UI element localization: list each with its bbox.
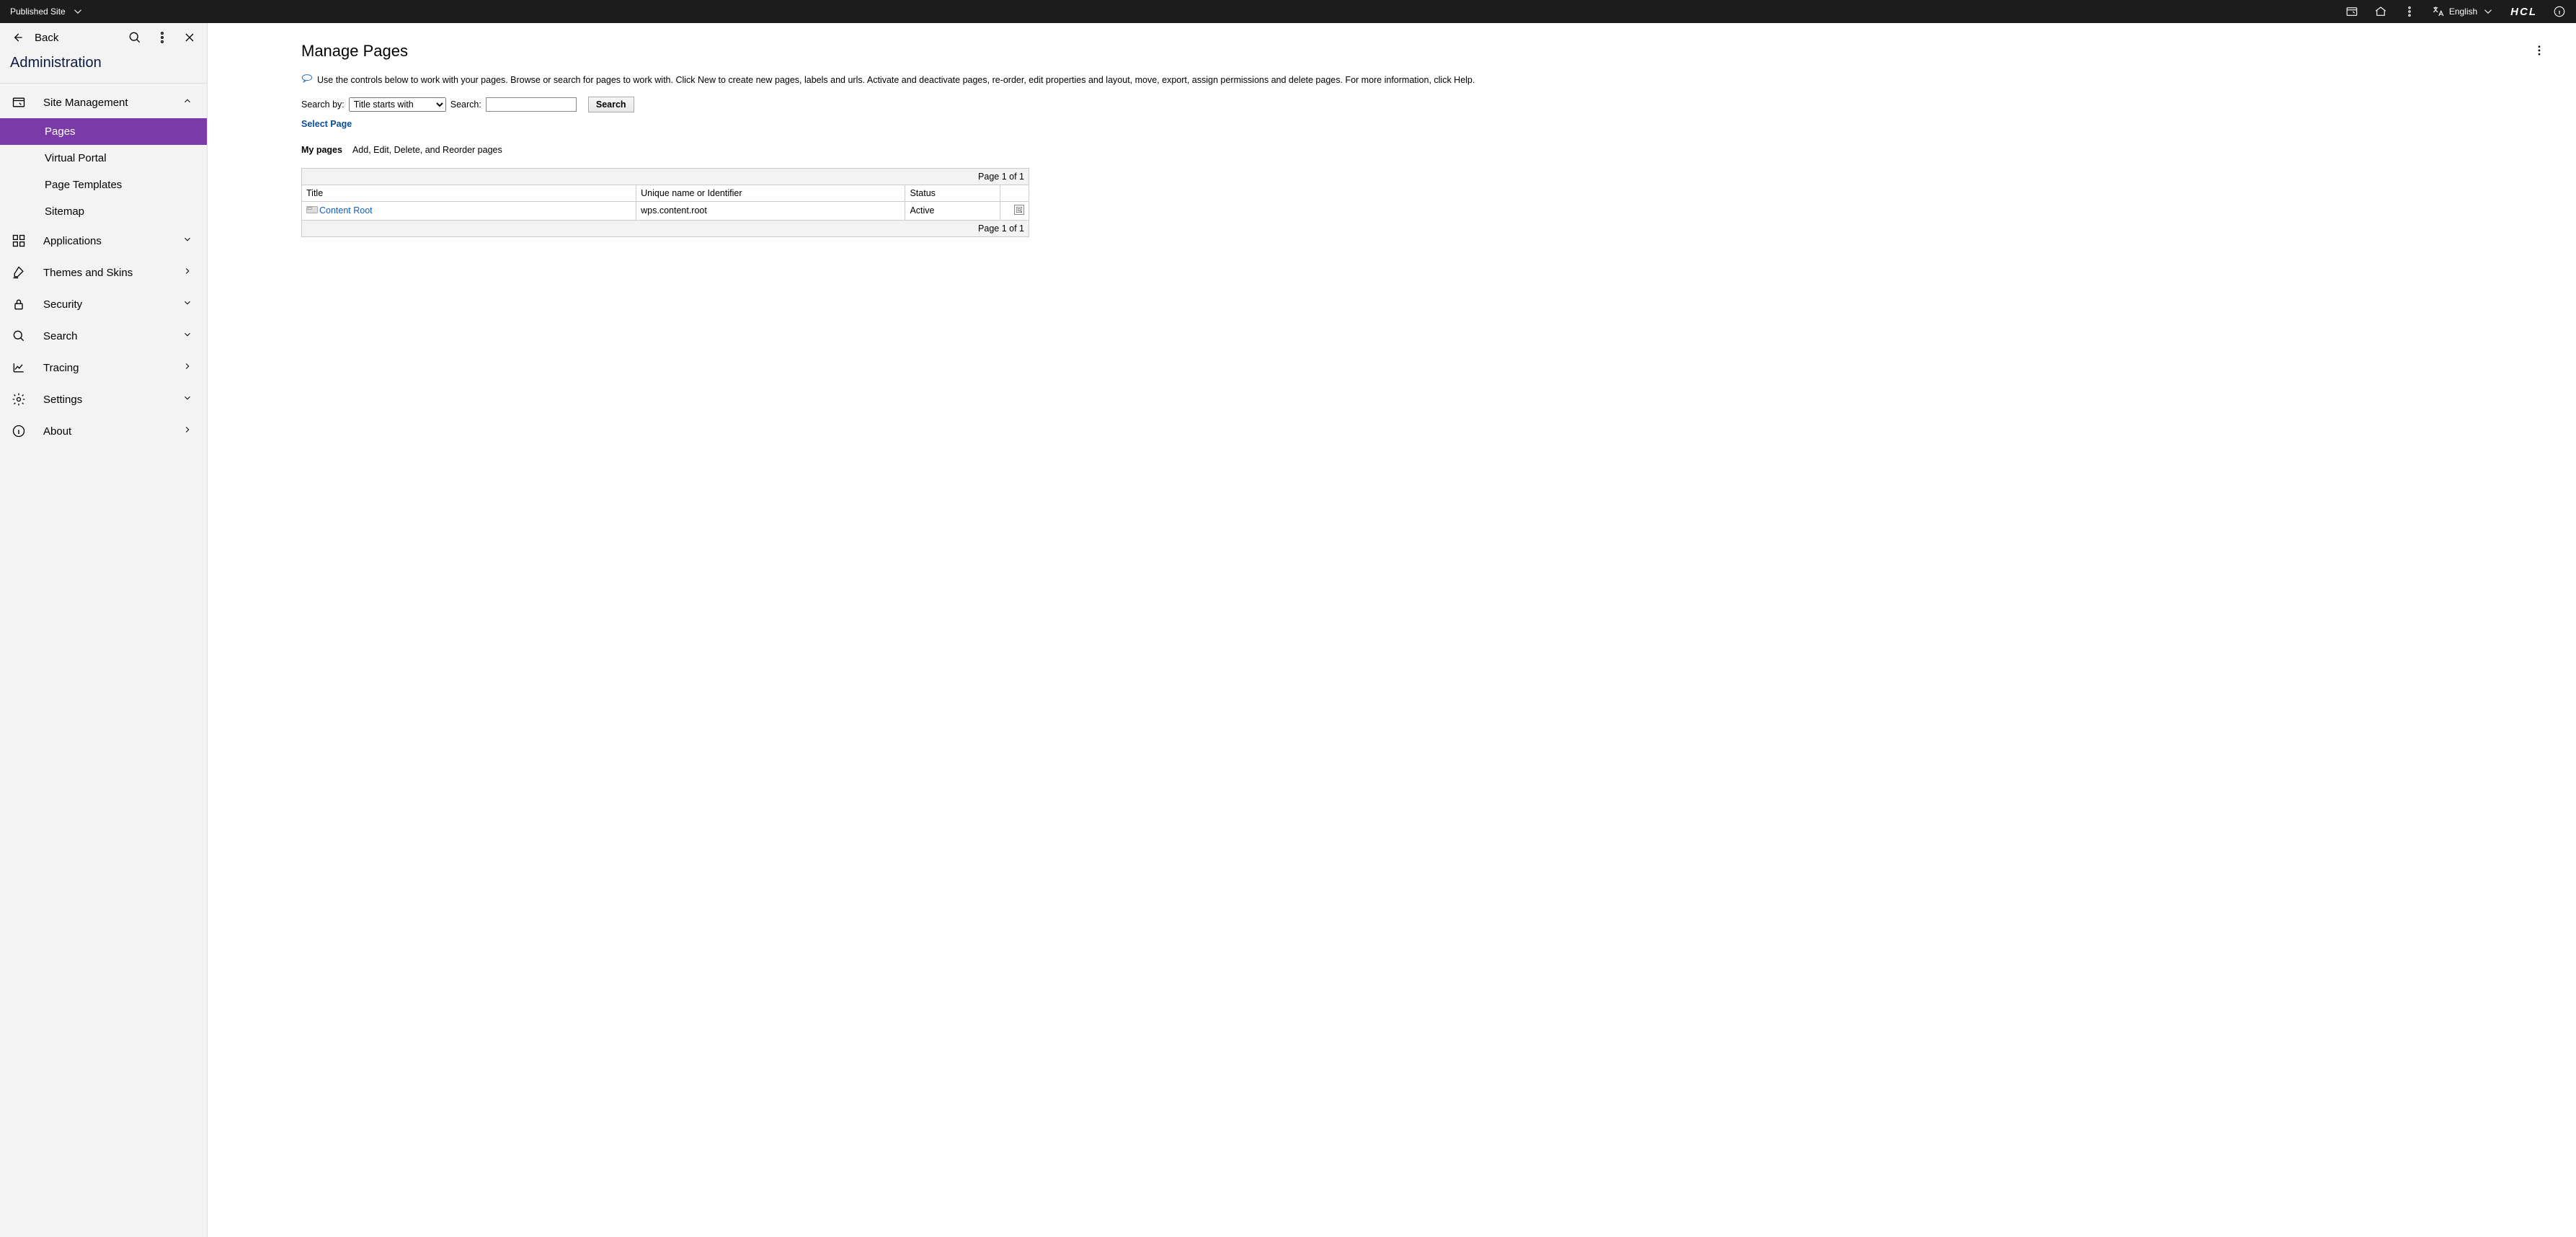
- info-icon[interactable]: [2553, 5, 2566, 18]
- home-icon[interactable]: [2374, 5, 2387, 18]
- caret-down-icon: [2482, 5, 2495, 18]
- sidebar-item-label: Page Templates: [45, 179, 122, 191]
- sidebar-item-tracing[interactable]: Tracing: [0, 352, 207, 383]
- my-pages-label: My pages: [301, 145, 342, 155]
- translate-icon: [2432, 5, 2445, 18]
- search-input[interactable]: [486, 97, 577, 112]
- sidebar-item-site-management[interactable]: Site Management: [0, 87, 207, 118]
- top-bar: Published Site English HCL: [0, 0, 2576, 23]
- chevron-down-icon: [182, 329, 195, 342]
- sidebar-item-label: About: [43, 425, 182, 438]
- col-title: Title: [302, 185, 636, 201]
- brand-logo: HCL: [2510, 6, 2537, 18]
- sidebar-item-label: Themes and Skins: [43, 267, 182, 279]
- speech-bubble-icon: [301, 74, 313, 88]
- kebab-icon[interactable]: [155, 30, 169, 45]
- sidebar-item-label: Tracing: [43, 362, 182, 374]
- sidebar-item-sitemap[interactable]: Sitemap: [0, 198, 207, 225]
- search-by-select[interactable]: Title starts with: [349, 97, 446, 112]
- col-status: Status: [905, 185, 1000, 201]
- cell-uname: wps.content.root: [636, 201, 905, 220]
- applications-icon: [10, 232, 27, 249]
- sidebar-item-themes[interactable]: Themes and Skins: [0, 257, 207, 288]
- page-link-content-root[interactable]: Content Root: [319, 205, 373, 216]
- site-management-icon: [10, 94, 27, 111]
- chevron-down-icon: [182, 298, 195, 311]
- pages-table: Page 1 of 1 Title Unique name or Identif…: [301, 168, 1029, 237]
- sidebar-nav: Site Management Pages Virtual Portal Pag…: [0, 84, 207, 447]
- sidebar-item-settings[interactable]: Settings: [0, 383, 207, 415]
- sidebar-item-label: Applications: [43, 235, 182, 247]
- search-icon: [10, 327, 27, 345]
- chevron-down-icon: [182, 393, 195, 406]
- language-label: English: [2449, 6, 2477, 17]
- panel-icon[interactable]: [2345, 5, 2358, 18]
- page-title: Manage Pages: [301, 42, 408, 61]
- row-context-menu-button[interactable]: [1014, 207, 1024, 217]
- cell-status: Active: [905, 201, 1000, 220]
- sidebar: Back Administration Site M: [0, 23, 208, 1237]
- language-selector[interactable]: English: [2432, 5, 2495, 18]
- page-actions-kebab[interactable]: [2533, 44, 2547, 58]
- chevron-right-icon: [182, 266, 195, 279]
- sidebar-item-label: Sitemap: [45, 205, 84, 218]
- paint-icon: [10, 264, 27, 281]
- search-label: Search:: [450, 99, 481, 110]
- main-content: Manage Pages Use the controls below to w…: [208, 23, 2576, 1237]
- sidebar-item-label: Virtual Portal: [45, 152, 107, 164]
- info-icon: [10, 422, 27, 440]
- chevron-down-icon: [182, 234, 195, 247]
- sidebar-item-label: Search: [43, 330, 182, 342]
- chart-line-icon: [10, 359, 27, 376]
- back-label: Back: [35, 32, 58, 44]
- sidebar-item-page-templates[interactable]: Page Templates: [0, 172, 207, 198]
- gear-icon: [10, 391, 27, 408]
- sidebar-item-security[interactable]: Security: [0, 288, 207, 320]
- caret-down-icon: [71, 5, 84, 18]
- page-icon: [306, 205, 318, 216]
- chevron-up-icon: [182, 96, 195, 109]
- sidebar-item-search[interactable]: Search: [0, 320, 207, 352]
- info-text: Use the controls below to work with your…: [317, 74, 1475, 87]
- close-icon[interactable]: [182, 30, 197, 45]
- col-uname: Unique name or Identifier: [636, 185, 905, 201]
- sidebar-item-label: Security: [43, 298, 182, 311]
- site-selector-label: Published Site: [10, 6, 66, 17]
- back-button[interactable]: Back: [10, 30, 58, 45]
- table-row: Content Root wps.content.root Active: [302, 201, 1029, 220]
- search-button[interactable]: Search: [588, 97, 634, 112]
- search-icon[interactable]: [128, 30, 142, 45]
- pager-top: Page 1 of 1: [302, 168, 1029, 185]
- sidebar-item-label: Settings: [43, 394, 182, 406]
- pager-bottom: Page 1 of 1: [302, 220, 1029, 236]
- lock-icon: [10, 296, 27, 313]
- sidebar-item-label: Pages: [45, 125, 76, 138]
- kebab-icon[interactable]: [2403, 5, 2416, 18]
- site-selector[interactable]: Published Site: [10, 5, 84, 18]
- chevron-right-icon: [182, 361, 195, 374]
- sidebar-heading: Administration: [0, 52, 207, 84]
- sidebar-item-label: Site Management: [43, 97, 182, 109]
- sidebar-item-pages[interactable]: Pages: [0, 118, 207, 145]
- my-pages-desc: Add, Edit, Delete, and Reorder pages: [352, 145, 502, 155]
- select-page-link[interactable]: Select Page: [301, 119, 352, 129]
- sidebar-item-virtual-portal[interactable]: Virtual Portal: [0, 145, 207, 172]
- search-by-label: Search by:: [301, 99, 345, 110]
- sidebar-item-applications[interactable]: Applications: [0, 225, 207, 257]
- sidebar-item-about[interactable]: About: [0, 415, 207, 447]
- chevron-right-icon: [182, 425, 195, 438]
